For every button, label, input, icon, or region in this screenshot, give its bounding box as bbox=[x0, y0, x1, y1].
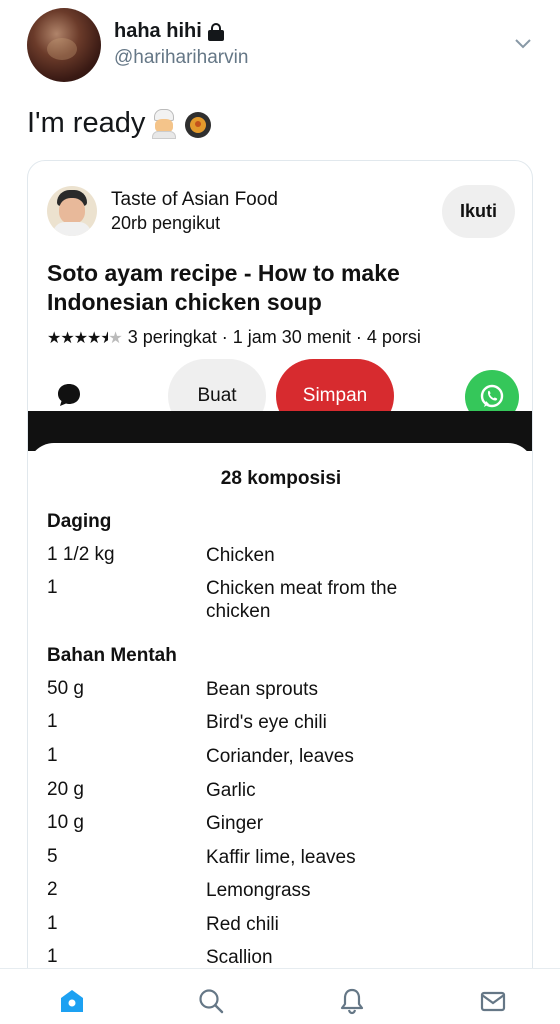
bottom-tab-bar bbox=[0, 968, 560, 1024]
chef-emoji-icon bbox=[149, 108, 179, 139]
pan-food-emoji-icon bbox=[183, 109, 213, 139]
user-handle[interactable]: @harihariharvin bbox=[114, 47, 248, 69]
ingredient-name: Ginger bbox=[206, 813, 264, 834]
rating-row: ★★★★★★ 3 peringkat · 1 jam 30 menit · 4 … bbox=[47, 327, 421, 348]
whatsapp-icon bbox=[480, 384, 504, 408]
recipe-meta: 3 peringkat · 1 jam 30 menit · 4 porsi bbox=[127, 327, 421, 347]
ingredient-qty: 5 bbox=[47, 846, 58, 867]
tweet-text-body: I'm ready bbox=[27, 107, 146, 139]
ingredient-qty: 1 bbox=[47, 946, 58, 967]
ingredient-name: Bean sprouts bbox=[206, 679, 318, 700]
ingredient-name: Chicken bbox=[206, 545, 275, 566]
chevron-down-icon[interactable] bbox=[513, 36, 533, 52]
messages-icon[interactable] bbox=[479, 987, 507, 1015]
ingredient-qty: 1 1/2 kg bbox=[47, 544, 115, 565]
ingredient-qty: 1 bbox=[47, 577, 58, 598]
section-heading: Bahan Mentah bbox=[47, 645, 177, 666]
ingredient-qty: 1 bbox=[47, 913, 58, 934]
follower-count: 20rb pengikut bbox=[111, 213, 221, 233]
ingredient-qty: 1 bbox=[47, 745, 58, 766]
recipe-title: Soto ayam recipe - How to make Indonesia… bbox=[47, 260, 400, 315]
pin-card[interactable]: Taste of Asian Food 20rb pengikut Ikuti … bbox=[27, 160, 533, 990]
ingredient-name: Bird's eye chili bbox=[206, 712, 327, 733]
ingredient-name: Red chili bbox=[206, 914, 279, 935]
notifications-icon[interactable] bbox=[338, 987, 366, 1015]
lock-icon bbox=[207, 22, 224, 41]
ingredients-count-title: 28 komposisi bbox=[220, 468, 342, 489]
ingredient-qty: 20 g bbox=[47, 779, 84, 800]
ingredient-qty: 10 g bbox=[47, 812, 84, 833]
ingredient-name: Scallion bbox=[206, 947, 273, 968]
follow-button[interactable]: Ikuti bbox=[442, 185, 515, 238]
rating-stars-icon: ★★★★★★ bbox=[47, 329, 123, 347]
home-icon[interactable] bbox=[58, 987, 86, 1015]
channel-avatar[interactable] bbox=[47, 186, 97, 236]
display-name-row[interactable]: haha hihi bbox=[114, 20, 224, 43]
ingredient-name: Lemongrass bbox=[206, 880, 311, 901]
comment-icon[interactable] bbox=[55, 381, 83, 409]
search-icon[interactable] bbox=[197, 987, 225, 1015]
ingredient-qty: 2 bbox=[47, 879, 58, 900]
ingredient-qty: 50 g bbox=[47, 678, 84, 699]
ingredient-name: Chicken meat from the chicken bbox=[206, 578, 398, 622]
ingredient-name: Coriander, leaves bbox=[206, 746, 354, 767]
tweet-text: I'm ready bbox=[27, 107, 213, 140]
display-name: haha hihi bbox=[114, 20, 202, 42]
section-heading: Daging bbox=[47, 511, 112, 532]
ingredient-name: Kaffir lime, leaves bbox=[206, 847, 356, 868]
profile-avatar[interactable] bbox=[27, 8, 101, 82]
channel-name[interactable]: Taste of Asian Food bbox=[111, 189, 278, 211]
ingredient-name: Garlic bbox=[206, 780, 256, 801]
ingredient-qty: 1 bbox=[47, 711, 58, 732]
